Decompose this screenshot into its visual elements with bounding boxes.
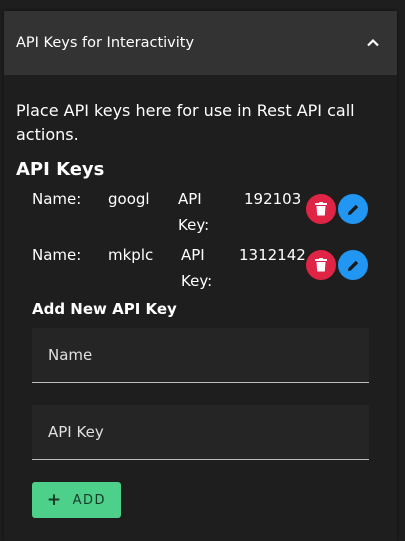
api-key-label: API Key: [181, 242, 212, 294]
api-key-label-line1: API [181, 246, 205, 264]
panel-title: API Keys for Interactivity [16, 35, 195, 51]
trash-icon [315, 202, 327, 216]
add-button[interactable]: + ADD [32, 482, 121, 518]
edit-key-button[interactable] [338, 194, 368, 224]
api-key-value: 192103 [244, 190, 302, 208]
chevron-up-icon[interactable] [365, 35, 381, 51]
delete-key-button[interactable] [306, 194, 336, 224]
name-field[interactable] [32, 328, 369, 383]
name-label: Name: [32, 246, 82, 264]
pencil-icon [347, 204, 358, 215]
api-key-row: Name: mkplc API Key: 1312142 [16, 242, 385, 298]
api-keys-heading: API Keys [16, 159, 105, 180]
plus-icon: + [46, 490, 63, 510]
trash-icon [315, 258, 327, 272]
panel-body: Place API keys here for use in Rest API … [4, 75, 397, 518]
name-input[interactable] [32, 328, 369, 382]
key-name-value: googl [108, 190, 150, 208]
api-key-label-line2: Key: [178, 216, 210, 234]
api-key-row: Name: googl API Key: 192103 [16, 186, 385, 242]
intro-text: Place API keys here for use in Rest API … [16, 101, 355, 144]
api-key-label: API Key: [178, 186, 209, 238]
delete-key-button[interactable] [306, 250, 336, 280]
api-keys-panel: API Keys for Interactivity Place API key… [4, 11, 397, 541]
add-new-key-heading: Add New API Key [32, 300, 177, 318]
api-key-value: 1312142 [239, 246, 306, 264]
add-button-label: ADD [72, 492, 107, 508]
api-key-label-line2: Key: [181, 272, 213, 290]
api-key-input[interactable] [32, 405, 369, 459]
key-name-value: mkplc [108, 246, 154, 264]
pencil-icon [347, 260, 358, 271]
edit-key-button[interactable] [338, 250, 368, 280]
panel-header[interactable]: API Keys for Interactivity [4, 11, 397, 75]
name-label: Name: [32, 190, 82, 208]
api-key-label-line1: API [178, 190, 202, 208]
api-key-field[interactable] [32, 405, 369, 460]
